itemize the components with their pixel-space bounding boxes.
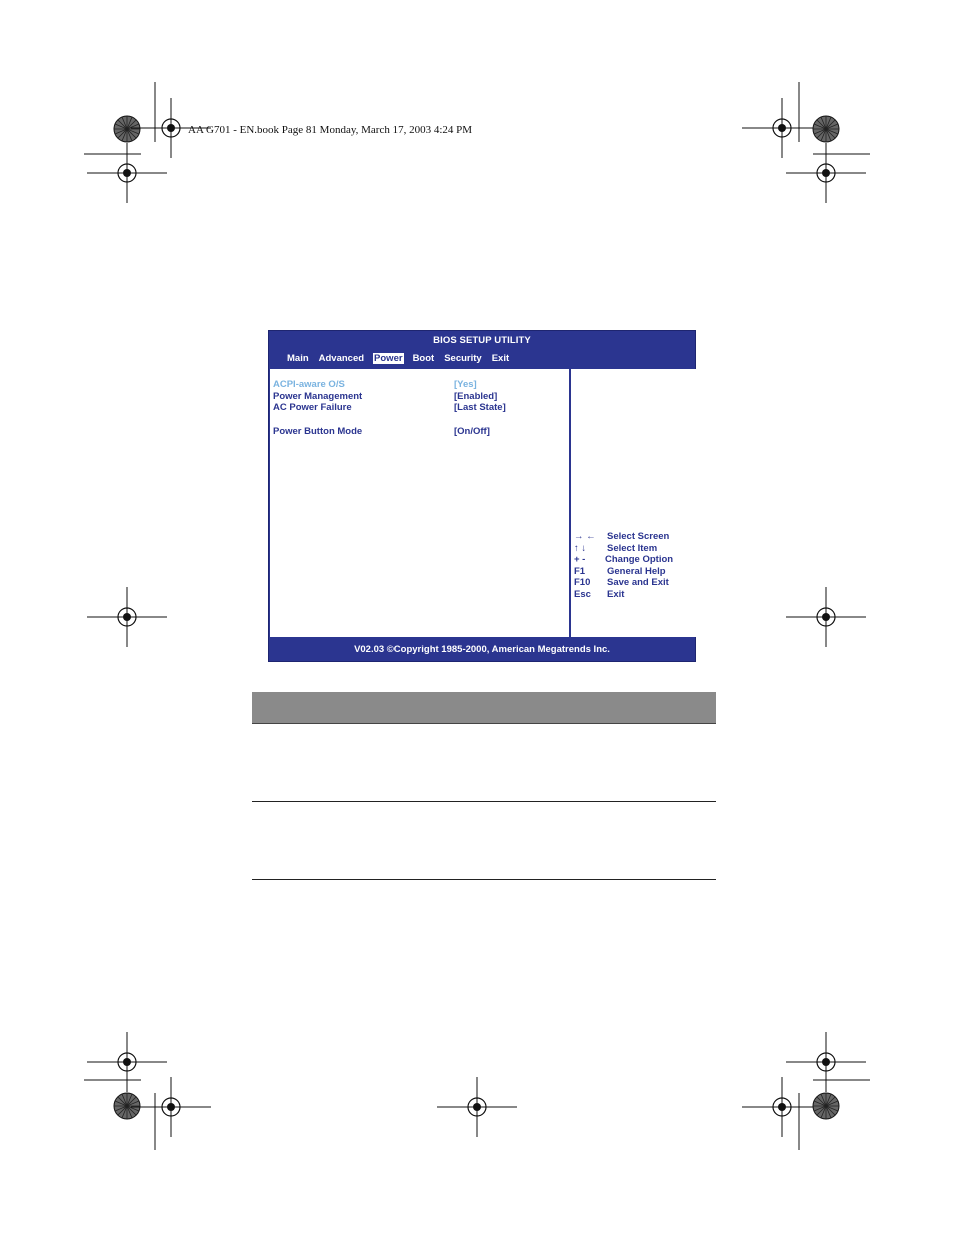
table-row-divider xyxy=(252,879,716,880)
option-power-button-mode-label[interactable]: Power Button Mode xyxy=(273,426,362,437)
table-row-divider xyxy=(252,801,716,802)
option-acpi-aware-os-label: ACPI-aware O/S xyxy=(273,379,345,390)
option-power-management-label[interactable]: Power Management xyxy=(273,391,362,402)
help-desc-change-option: Change Option xyxy=(605,554,674,565)
option-acpi-aware-os-value: [Yes] xyxy=(454,379,477,390)
menu-tab-advanced[interactable]: Advanced xyxy=(318,353,365,364)
menu-tab-exit[interactable]: Exit xyxy=(491,353,510,364)
bios-setup-window: BIOS SETUP UTILITY Main Advanced Power B… xyxy=(268,330,696,662)
help-desc-exit: Exit xyxy=(607,589,625,600)
menu-tab-main[interactable]: Main xyxy=(286,353,310,364)
help-desc-save-and-exit: Save and Exit xyxy=(607,577,669,588)
help-key-esc: Esc xyxy=(574,589,591,600)
table-header-row xyxy=(252,692,716,724)
option-ac-power-failure-label[interactable]: AC Power Failure xyxy=(273,402,352,413)
option-power-management-value[interactable]: [Enabled] xyxy=(454,391,497,402)
help-desc-select-item: Select Item xyxy=(607,543,658,554)
option-power-button-mode-value[interactable]: [On/Off] xyxy=(454,426,490,437)
help-key-f10: F10 xyxy=(574,577,591,588)
help-desc-general-help: General Help xyxy=(607,566,666,577)
bios-menu-bar: Main Advanced Power Boot Security Exit xyxy=(286,353,518,364)
bios-options-panel: ACPI-aware O/S [Yes] Power Management [E… xyxy=(270,369,569,637)
menu-tab-power[interactable]: Power xyxy=(373,353,404,364)
help-key-plus-minus: + - xyxy=(574,554,586,565)
bios-help-panel: → ← Select Screen ↑ ↓ Select Item + - Ch… xyxy=(571,369,696,637)
help-key-arrows-ud: ↑ ↓ xyxy=(574,543,587,554)
menu-tab-security[interactable]: Security xyxy=(443,353,483,364)
option-ac-power-failure-value[interactable]: [Last State] xyxy=(454,402,506,413)
bios-title: BIOS SETUP UTILITY xyxy=(433,335,531,346)
bios-copyright-footer: V02.03 ©Copyright 1985-2000, American Me… xyxy=(354,644,610,655)
help-desc-select-screen: Select Screen xyxy=(607,531,670,542)
help-key-f1: F1 xyxy=(574,566,586,577)
help-key-arrows-lr: → ← xyxy=(574,531,596,542)
menu-tab-boot[interactable]: Boot xyxy=(412,353,436,364)
